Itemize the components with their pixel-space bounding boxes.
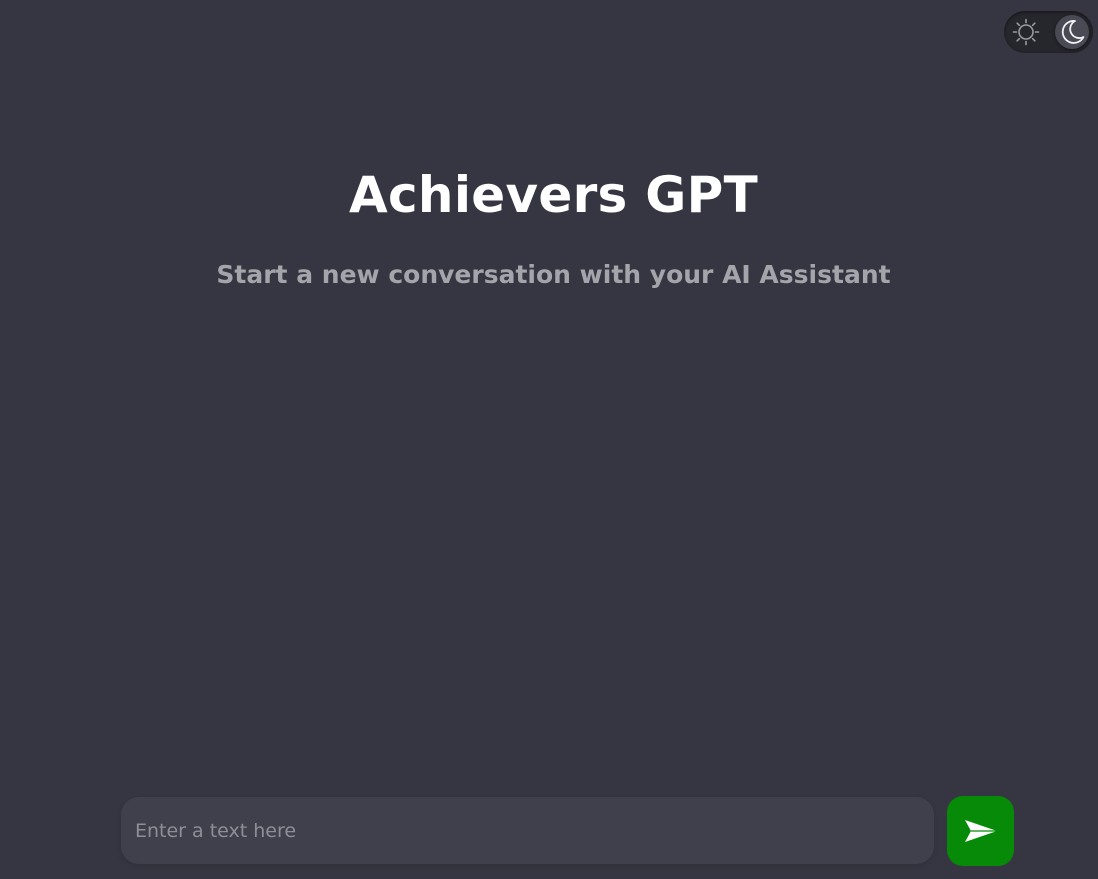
page-subtitle: Start a new conversation with your AI As… (216, 260, 891, 289)
sun-icon (1012, 18, 1040, 46)
send-button[interactable] (947, 796, 1014, 866)
theme-toggle[interactable] (1004, 11, 1093, 53)
theme-toggle-knob[interactable] (1055, 15, 1089, 49)
page-title: Achievers GPT (348, 166, 758, 224)
message-input[interactable] (121, 797, 934, 864)
moon-icon (1061, 20, 1085, 44)
send-icon (964, 820, 997, 842)
